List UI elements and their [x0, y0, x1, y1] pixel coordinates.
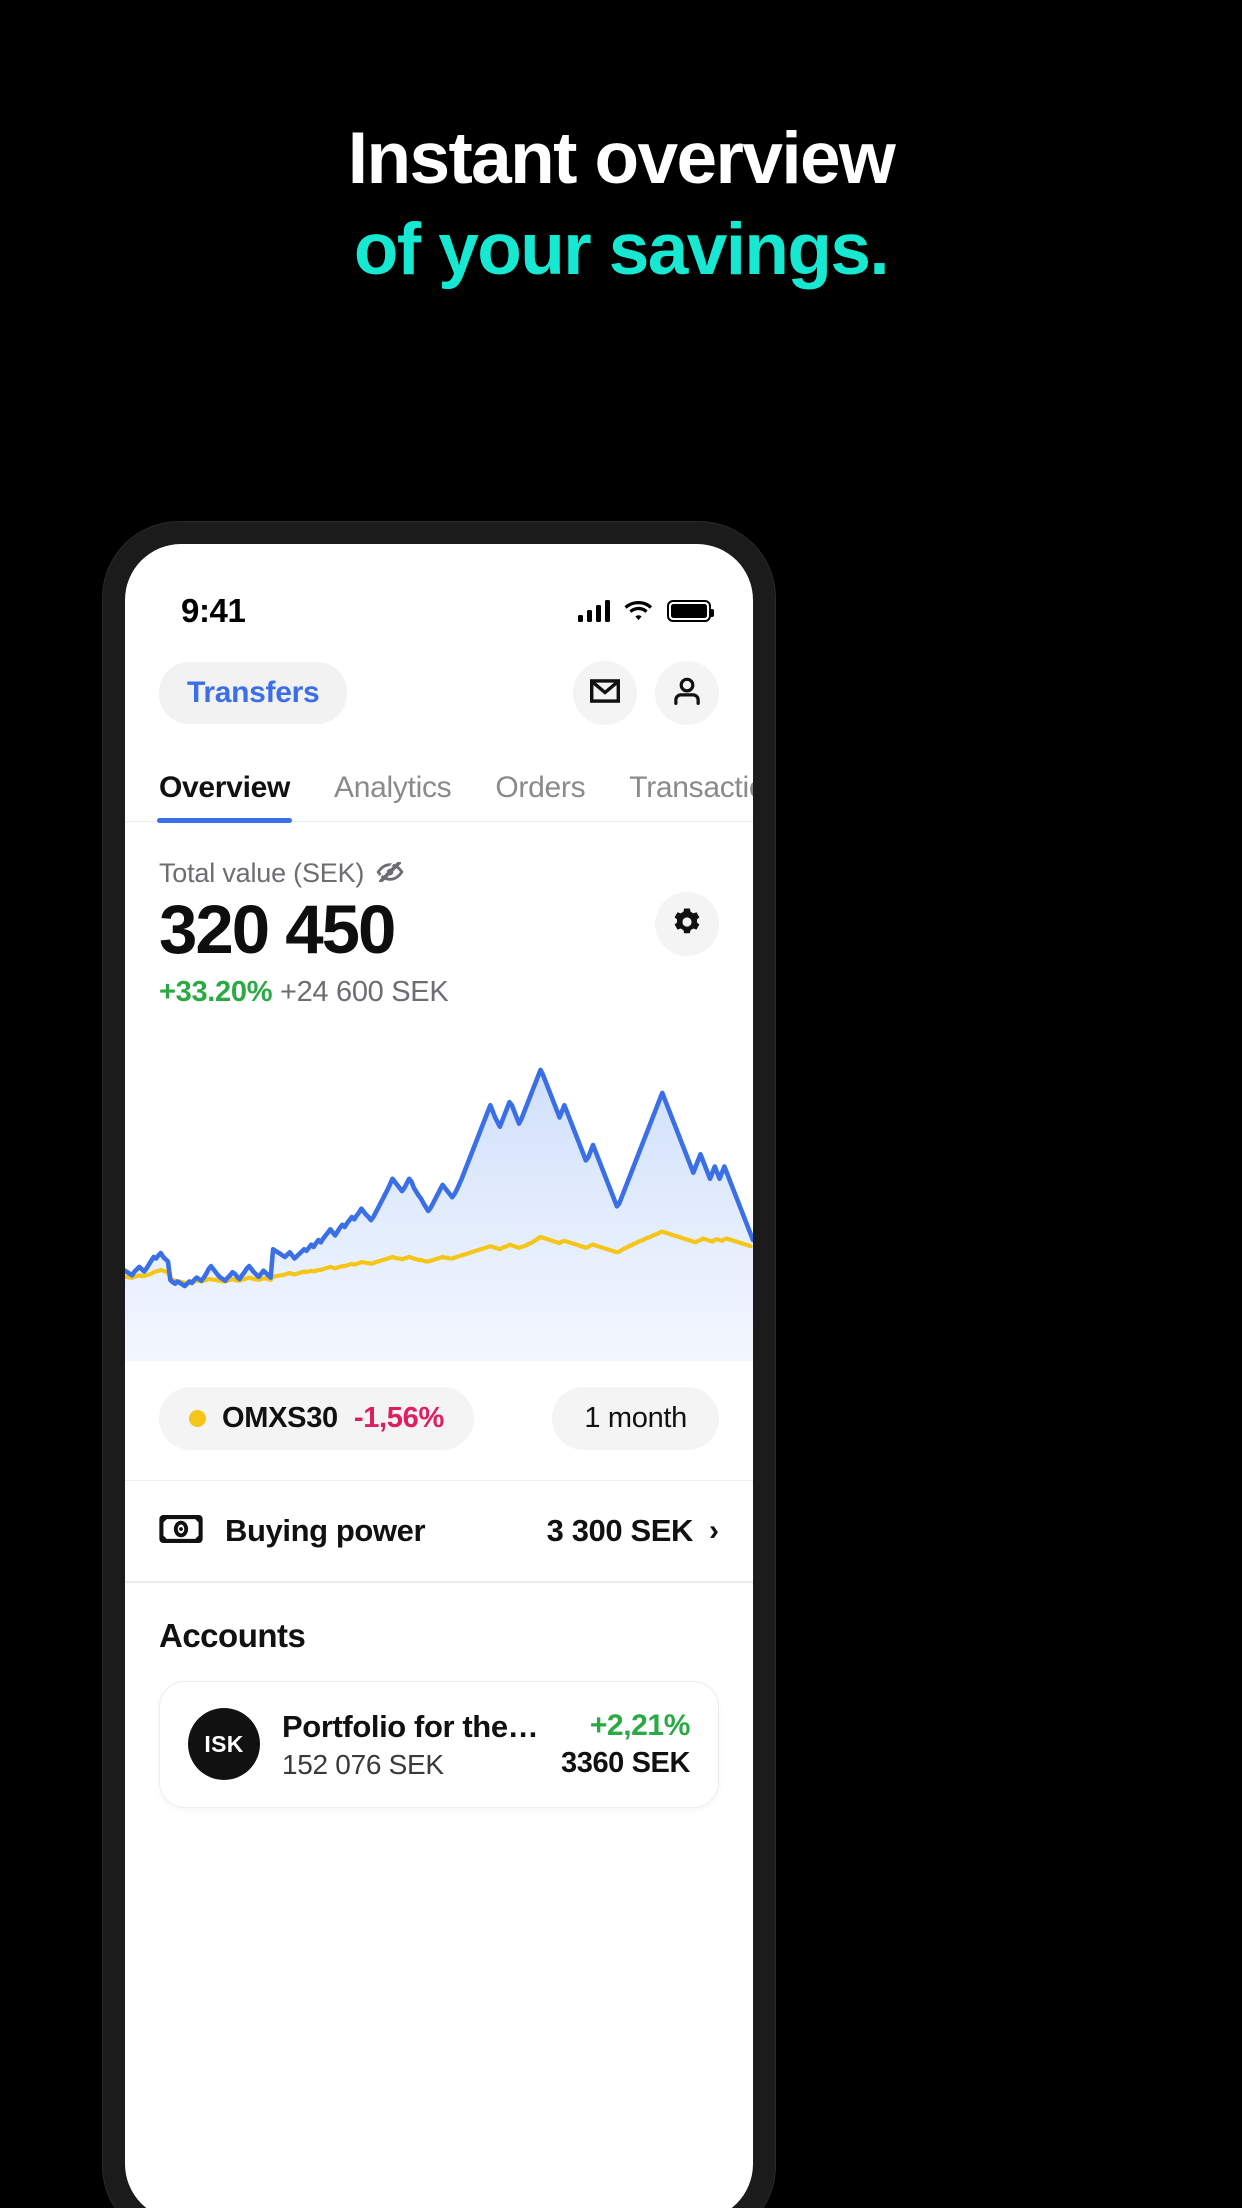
accounts-section: Accounts ISK Portfolio for the future 💰 …	[125, 1583, 753, 1808]
top-bar-actions	[573, 661, 719, 725]
envelope-icon	[590, 678, 620, 708]
app-top-bar: Transfers	[125, 644, 753, 736]
buying-power-value: 3 300 SEK	[546, 1513, 694, 1549]
battery-full-icon	[667, 600, 714, 622]
legend-index-change: -1,56%	[353, 1401, 444, 1434]
promo-screenshot: Instant overview of your savings. 9:41 T…	[0, 0, 1242, 2208]
change-absolute: +24 600 SEK	[279, 975, 449, 1008]
legend-dot-icon	[189, 1409, 206, 1427]
account-card[interactable]: ISK Portfolio for the future 💰 152 076 S…	[159, 1680, 719, 1808]
cellular-bars-icon	[577, 600, 610, 622]
tab-transactions[interactable]: Transactions	[629, 771, 753, 821]
legend-index-name: OMXS30	[222, 1401, 338, 1434]
change-percent: +33.20%	[159, 975, 273, 1008]
account-value: 152 076 SEK	[282, 1748, 444, 1780]
profile-button[interactable]	[655, 661, 719, 725]
wifi-icon	[624, 600, 653, 622]
index-legend-pill[interactable]: OMXS30 -1,56%	[159, 1386, 474, 1450]
total-value-label: Total value (SEK)	[159, 858, 365, 888]
account-type-badge: ISK	[188, 1708, 260, 1781]
settings-button[interactable]	[655, 892, 719, 956]
account-name: Portfolio for the future 💰	[282, 1708, 539, 1744]
chart-controls: OMXS30 -1,56% 1 month	[125, 1361, 753, 1480]
account-performance: +2,21% 3360 SEK	[561, 1709, 690, 1780]
phone-frame: 9:41 Transfers Overview Analytics Orders…	[103, 522, 775, 2208]
gear-icon	[671, 906, 703, 943]
total-value-amount: 320 450	[159, 891, 396, 968]
total-value-label-row: Total value (SEK)	[159, 858, 719, 889]
mail-button[interactable]	[573, 661, 637, 725]
chart-area-fill	[125, 1069, 753, 1361]
headline-line-2: of your savings.	[353, 209, 890, 291]
headline-line-1: Instant overview	[347, 118, 896, 199]
person-icon	[672, 677, 702, 710]
status-bar: 9:41	[125, 544, 753, 644]
tab-overview[interactable]: Overview	[156, 771, 293, 823]
account-change-percent: +2,21%	[589, 1708, 691, 1742]
account-change-amount: 3360 SEK	[561, 1746, 690, 1779]
status-bar-icons	[577, 600, 714, 622]
tab-orders[interactable]: Orders	[495, 771, 585, 821]
chevron-right-icon: ›	[709, 1514, 719, 1548]
section-tabs: Overview Analytics Orders Transactions	[125, 736, 753, 823]
banknote-icon	[159, 1514, 203, 1548]
tab-analytics[interactable]: Analytics	[334, 771, 452, 821]
status-bar-time: 9:41	[181, 592, 246, 629]
buying-power-right: 3 300 SEK ›	[547, 1513, 719, 1549]
buying-power-row[interactable]: Buying power 3 300 SEK ›	[125, 1481, 753, 1581]
portfolio-chart[interactable]	[125, 1031, 753, 1361]
buying-power-label: Buying power	[225, 1513, 426, 1549]
eye-slash-icon[interactable]	[376, 858, 404, 889]
time-range-selector[interactable]: 1 month	[552, 1386, 719, 1450]
promo-headline: Instant overview of your savings.	[0, 116, 1242, 293]
portfolio-summary: Total value (SEK) 320 450 +33.20% +24 60…	[125, 822, 753, 1009]
buying-power-left: Buying power	[159, 1513, 547, 1549]
transfers-button[interactable]: Transfers	[159, 662, 348, 724]
total-value-change: +33.20% +24 600 SEK	[159, 976, 719, 1009]
accounts-title: Accounts	[159, 1616, 306, 1654]
phone-screen: 9:41 Transfers Overview Analytics Orders…	[125, 544, 753, 2208]
account-info: Portfolio for the future 💰 152 076 SEK	[282, 1708, 539, 1781]
